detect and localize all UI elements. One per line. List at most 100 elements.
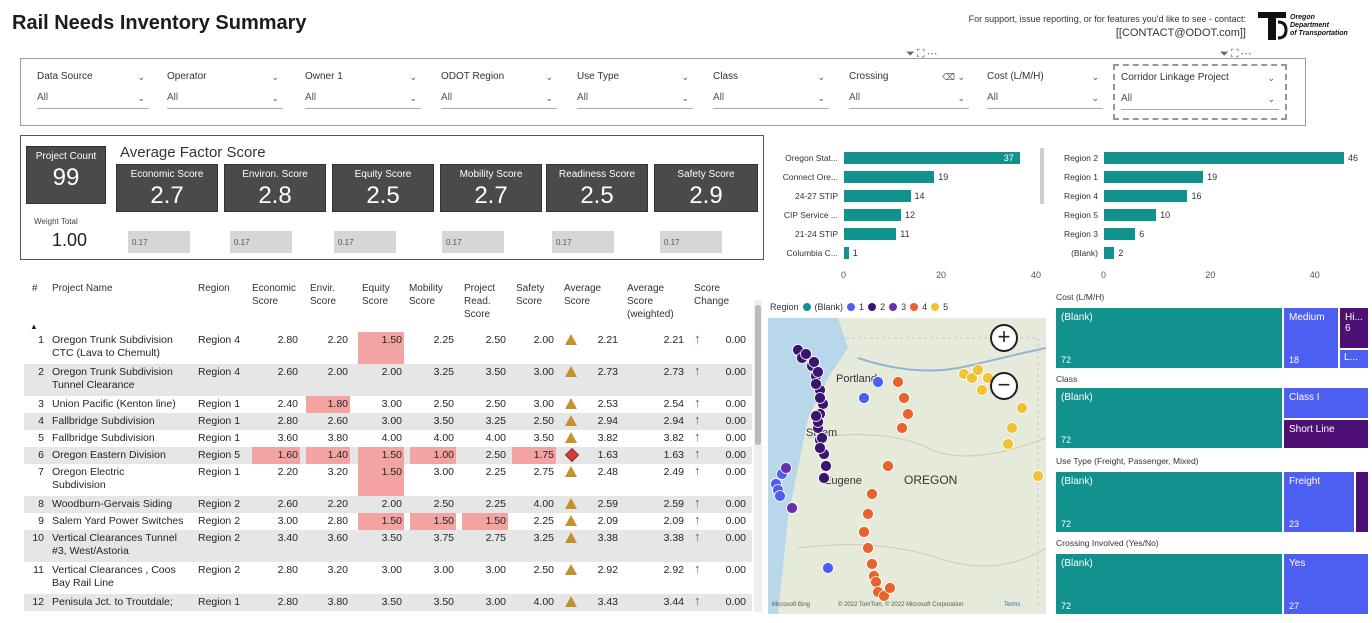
- map-canvas[interactable]: Portland Salem Eugene OREGON Microsoft B…: [768, 318, 1046, 614]
- equity-weight-input[interactable]: [334, 231, 396, 253]
- table-row[interactable]: 3 Union Pacific (Kenton line) Region 1 2.40…: [24, 396, 752, 413]
- map-point[interactable]: [818, 472, 830, 484]
- col-header-project-name[interactable]: Project Name: [52, 282, 113, 295]
- map-zoom-in-button[interactable]: +: [990, 324, 1018, 352]
- map-point[interactable]: [896, 422, 908, 434]
- eraser-icon[interactable]: ⌫: [942, 72, 955, 82]
- table-row[interactable]: 4 Fallbridge Subdivision Region 1 2.80 2.60 3…: [24, 413, 752, 430]
- treemap-cost-medium[interactable]: Medium 18: [1284, 308, 1338, 368]
- col-header-mobility[interactable]: Mobility Score: [409, 282, 455, 308]
- chart-scrollbar[interactable]: [1040, 148, 1044, 204]
- slicer-operator[interactable]: Operator ⌄ All ⌄: [167, 69, 283, 113]
- table-row[interactable]: 9 Salem Yard Power Switches Region 2 3.00 2.…: [24, 513, 752, 530]
- legend-label[interactable]: 1: [859, 302, 864, 312]
- treemap-crossing-yes[interactable]: Yes 27: [1284, 554, 1368, 614]
- map-point[interactable]: [866, 488, 878, 500]
- map-point[interactable]: [858, 526, 870, 538]
- map-point[interactable]: [882, 460, 894, 472]
- table-row[interactable]: 6 Oregon Eastern Division Region 5 1.60 1.40…: [24, 447, 752, 464]
- treemap-crossing-blank[interactable]: (Blank) 72: [1056, 554, 1282, 614]
- treemap-usetype-blank[interactable]: (Blank) 72: [1056, 472, 1282, 532]
- legend-label[interactable]: (Blank): [815, 302, 844, 312]
- slicer-corridor-linkage[interactable]: Corridor Linkage Project ⌄ All ⌄: [1113, 64, 1287, 120]
- col-header-safety[interactable]: Safety Score: [516, 282, 556, 308]
- environ-weight-input[interactable]: [230, 231, 292, 253]
- slicer-class[interactable]: Class ⌄ All ⌄: [713, 69, 829, 113]
- treemap-cost-blank[interactable]: (Blank) 72: [1056, 308, 1282, 368]
- map-point[interactable]: [1016, 402, 1028, 414]
- bar[interactable]: [1104, 228, 1136, 240]
- treemap-class-class1[interactable]: Class I: [1284, 388, 1368, 418]
- map-point[interactable]: [1006, 422, 1018, 434]
- map-point[interactable]: [780, 462, 792, 474]
- legend-label[interactable]: 4: [922, 302, 927, 312]
- map-point[interactable]: [902, 408, 914, 420]
- col-header-average-weighted[interactable]: Average Score (weighted): [627, 282, 687, 321]
- table-row[interactable]: 11 Vertical Clearances , Coos Bay Rail Lin…: [24, 562, 752, 594]
- safety-weight-input[interactable]: [660, 231, 722, 253]
- table-row[interactable]: 12 Penisula Jct. to Troutdale; Region 1 2.8…: [24, 594, 752, 611]
- map-zoom-out-button[interactable]: −: [990, 372, 1018, 400]
- slicer-owner[interactable]: Owner 1 ⌄ All ⌄: [305, 69, 421, 113]
- map-point[interactable]: [814, 442, 826, 454]
- table-row[interactable]: 10 Vertical Clearances Tunnel #3, West/Ast…: [24, 530, 752, 562]
- treemap-usetype-other[interactable]: [1356, 472, 1368, 532]
- map-point[interactable]: [820, 460, 832, 472]
- bar[interactable]: [844, 190, 911, 202]
- sort-asc-icon[interactable]: ▲: [30, 322, 38, 331]
- region-map[interactable]: Portland Salem Eugene OREGON Microsoft B…: [768, 318, 1046, 614]
- col-header-equity[interactable]: Equity Score: [362, 282, 402, 308]
- map-point[interactable]: [972, 364, 984, 376]
- bar[interactable]: [1104, 171, 1204, 183]
- bar[interactable]: [844, 209, 901, 221]
- slicer-odot-region[interactable]: ODOT Region ⌄ All ⌄: [441, 69, 557, 113]
- col-header-region[interactable]: Region: [198, 282, 230, 295]
- map-point[interactable]: [870, 576, 882, 588]
- map-point[interactable]: [816, 432, 828, 444]
- bar[interactable]: [844, 152, 1020, 164]
- map-point[interactable]: [872, 376, 884, 388]
- map-point[interactable]: [862, 508, 874, 520]
- bar[interactable]: [1104, 190, 1188, 202]
- map-point[interactable]: [822, 562, 834, 574]
- bar[interactable]: [844, 171, 935, 183]
- legend-label[interactable]: 3: [901, 302, 906, 312]
- col-header-score-change[interactable]: Score Change: [694, 282, 738, 308]
- map-point[interactable]: [976, 384, 988, 396]
- bar[interactable]: [844, 247, 849, 259]
- table-row[interactable]: 2 Oregon Trunk Subdivision Tunnel Clearanc…: [24, 364, 752, 396]
- table-row[interactable]: 8 Woodburn-Gervais Siding Region 2 2.60 2.20…: [24, 496, 752, 513]
- slicer-data-source[interactable]: Data Source ⌄ All ⌄: [37, 69, 149, 113]
- legend-label[interactable]: 5: [943, 302, 948, 312]
- treemap-class-shortline[interactable]: Short Line: [1284, 420, 1368, 448]
- bar[interactable]: [844, 228, 897, 240]
- map-point[interactable]: [858, 392, 870, 404]
- table-row[interactable]: 7 Oregon Electric Subdivision Region 1 2.20 3…: [24, 464, 752, 496]
- treemap-cost-low[interactable]: L...: [1340, 350, 1368, 368]
- legend-label[interactable]: 2: [880, 302, 885, 312]
- map-point[interactable]: [862, 542, 874, 554]
- slicer-crossing[interactable]: Crossing ⌫ ⌄ All ⌄: [849, 69, 969, 113]
- support-contact[interactable]: [[CONTACT@ODOT.com]]: [880, 26, 1246, 40]
- col-header-economic[interactable]: Economic Score: [252, 282, 302, 308]
- map-point[interactable]: [810, 410, 822, 422]
- economic-weight-input[interactable]: [128, 231, 190, 253]
- map-point[interactable]: [1032, 470, 1044, 482]
- slicer-use-type[interactable]: Use Type ⌄ All ⌄: [577, 69, 693, 113]
- col-header-average[interactable]: Average Score: [564, 282, 614, 308]
- slicer-cost[interactable]: Cost (L/M/H) ⌄ All ⌄: [987, 69, 1103, 113]
- bar[interactable]: [1104, 152, 1344, 164]
- map-point[interactable]: [1002, 438, 1014, 450]
- bar[interactable]: [1104, 209, 1157, 221]
- map-point[interactable]: [884, 582, 896, 594]
- map-point[interactable]: [774, 490, 786, 502]
- bar[interactable]: [1104, 247, 1115, 259]
- col-header-readiness[interactable]: Project Read. Score: [464, 282, 508, 321]
- table-scrollbar-thumb[interactable]: [755, 305, 761, 445]
- map-point[interactable]: [786, 502, 798, 514]
- map-point[interactable]: [866, 558, 878, 570]
- treemap-usetype-freight[interactable]: Freight 23: [1284, 472, 1354, 532]
- map-point[interactable]: [892, 376, 904, 388]
- table-row[interactable]: 1 Oregon Trunk Subdivision CTC (Lava to Ch…: [24, 332, 752, 364]
- map-point[interactable]: [814, 392, 826, 404]
